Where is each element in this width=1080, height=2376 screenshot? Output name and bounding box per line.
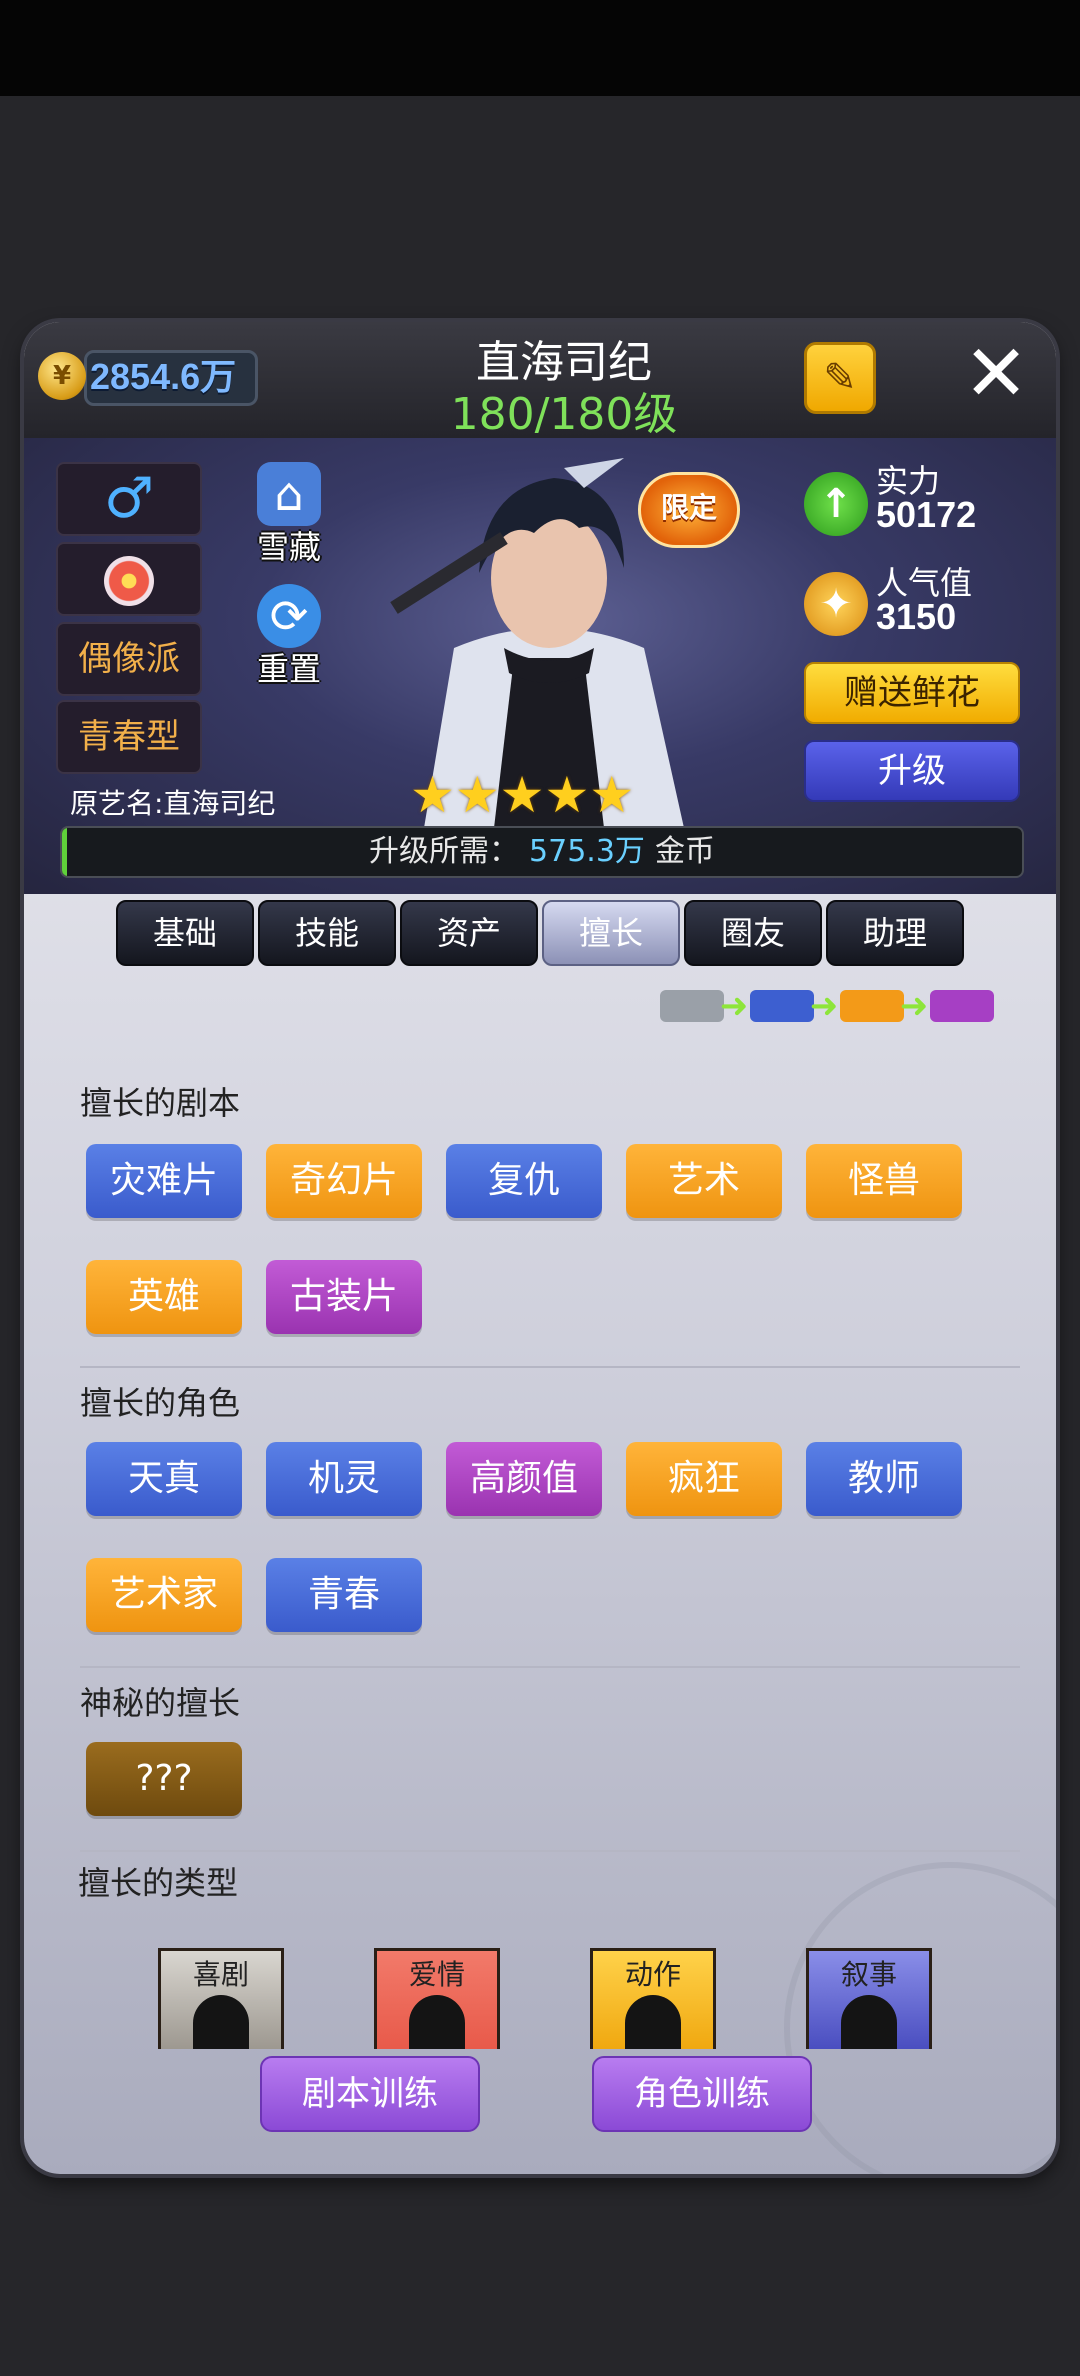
upgrade-progress-bar: 升级所需： 575.3万 金币 [60,826,1024,878]
role-tag[interactable]: 天真 [86,1442,242,1516]
script-tag[interactable]: 奇幻片 [266,1144,422,1218]
tier-purple [930,990,994,1022]
character-panel: ¥ 2854.6万 直海司纪 180/180级 ✎ ✕ ♂ 偶像派 青春型 原艺… [24,322,1056,2174]
star-icon: ★ [499,766,545,824]
script-tag[interactable]: 怪兽 [806,1144,962,1218]
refresh-icon: ⟳ [257,584,321,648]
star-icon: ★ [410,766,455,824]
character-level: 180/180级 [450,389,678,440]
star-icon: ★ [589,766,635,824]
tab-friends[interactable]: 圈友 [684,900,822,966]
script-tag[interactable]: 艺术 [626,1144,782,1218]
couple-silhouette-icon [409,1995,465,2049]
script-training-button[interactable]: 剧本训练 [260,2056,480,2132]
role-training-button[interactable]: 角色训练 [592,2056,812,2132]
divider [80,1666,1020,1668]
types-title: 擅长的类型 [78,1864,239,1902]
mystery-tag[interactable]: ??? [86,1742,242,1816]
house-icon: ⌂ [257,462,321,526]
tab-skills[interactable]: 技能 [258,900,396,966]
type-card-action[interactable]: 动作 [590,1948,716,2049]
scripts-title: 擅长的剧本 [80,1084,241,1122]
attribute-type: 青春型 [56,700,202,774]
star-icon: ★ [454,766,500,824]
tab-assistant[interactable]: 助理 [826,900,964,966]
coin-bag-icon: ¥ [38,352,86,400]
limited-badge: 限定 [638,472,740,548]
fighter-silhouette-icon [625,1995,681,2049]
upgrade-requirement: 升级所需： 575.3万 金币 [369,834,715,869]
popularity-value: 3150 [876,596,957,637]
edit-name-button[interactable]: ✎ [804,342,876,414]
wolf-silhouette-icon [841,1995,897,2049]
script-tag[interactable]: 灾难片 [86,1144,242,1218]
star-rating: ★★★★★ [410,766,634,824]
mystery-title: 神秘的擅长 [80,1684,241,1722]
type-card-narrative[interactable]: 叙事 [806,1948,932,2049]
power-up-icon: ↑ [804,472,868,536]
male-icon: ♂ [103,466,155,531]
type-card-romance[interactable]: 爱情 [374,1948,500,2049]
script-tag[interactable]: 古装片 [266,1260,422,1334]
element-badge [56,542,202,616]
star-icon: ★ [544,766,590,824]
reset-button[interactable]: ⟳ 重置 [244,584,334,690]
power-value: 50172 [876,494,977,535]
type-card-comedy[interactable]: 喜剧 [158,1948,284,2049]
upgrade-button[interactable]: 升级 [804,740,1020,802]
status-bar [0,0,1080,96]
role-tag[interactable]: 艺术家 [86,1558,242,1632]
shelve-button[interactable]: ⌂ 雪藏 [244,462,334,568]
coin-balance: 2854.6万 [90,356,237,397]
script-tag[interactable]: 复仇 [446,1144,602,1218]
party-popper-icon: ✦ [804,572,868,636]
role-tag[interactable]: 机灵 [266,1442,422,1516]
role-tag[interactable]: 高颜值 [446,1442,602,1516]
gift-flower-button[interactable]: 赠送鲜花 [804,662,1020,724]
role-tag[interactable]: 教师 [806,1442,962,1516]
divider [80,1366,1020,1368]
tab-basic[interactable]: 基础 [116,900,254,966]
comedian-silhouette-icon [193,1995,249,2049]
divider [80,1850,1020,1852]
role-tag[interactable]: 青春 [266,1558,422,1632]
role-tag[interactable]: 疯狂 [626,1442,782,1516]
original-name: 原艺名:直海司纪 [70,787,276,820]
flower-emblem-icon [104,555,154,606]
attribute-style: 偶像派 [56,622,202,696]
roles-title: 擅长的角色 [80,1384,241,1422]
panel-header: ¥ 2854.6万 直海司纪 180/180级 ✎ ✕ [24,322,1056,440]
tab-assets[interactable]: 资产 [400,900,538,966]
hero-area: ♂ 偶像派 青春型 原艺名:直海司纪 ⌂ 雪藏 ⟳ 重置 限定 ★★★★★ ↑ … [24,438,1056,894]
close-icon[interactable]: ✕ [960,335,1032,413]
script-tag[interactable]: 英雄 [86,1260,242,1334]
tab-specialties[interactable]: 擅长 [542,900,680,966]
gender-badge: ♂ [56,462,202,536]
